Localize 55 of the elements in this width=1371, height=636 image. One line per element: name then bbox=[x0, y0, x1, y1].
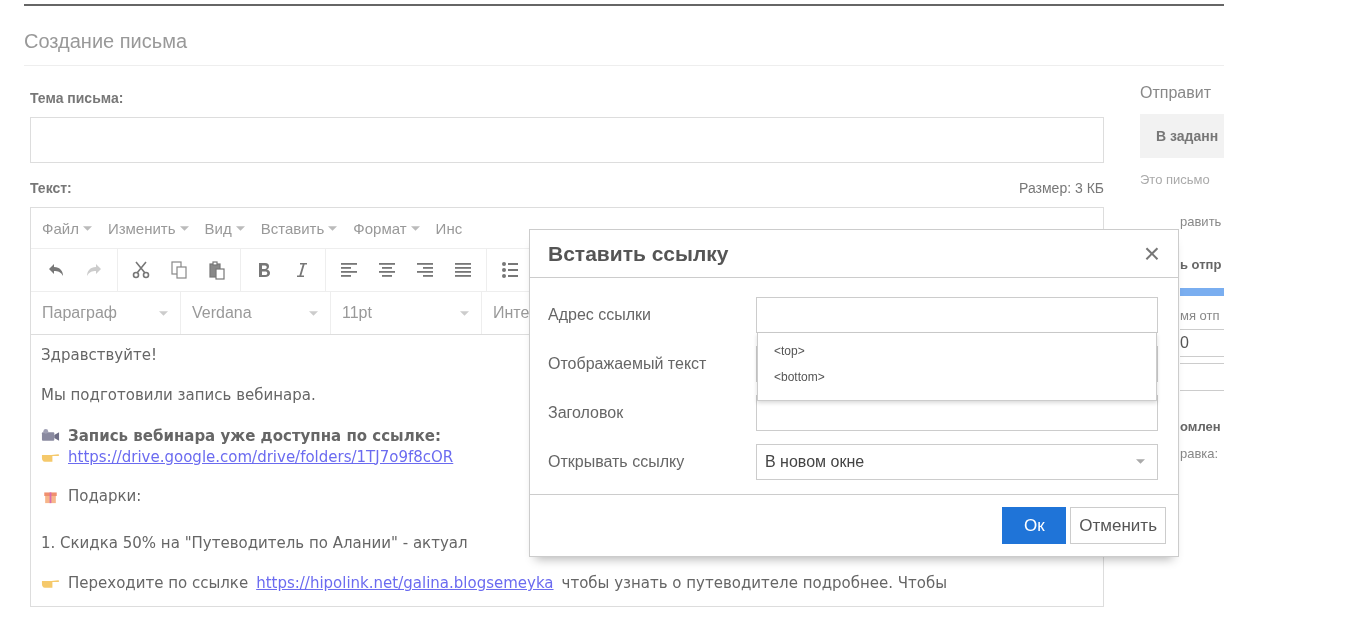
body-text: Подарки: bbox=[68, 486, 142, 506]
field-label: Открывать ссылку bbox=[548, 452, 686, 471]
format-select[interactable]: Параграф bbox=[31, 292, 181, 334]
subject-field[interactable] bbox=[30, 117, 1104, 163]
caret-icon bbox=[1136, 459, 1145, 464]
menu-item[interactable]: Формат bbox=[345, 219, 428, 237]
caret-icon bbox=[235, 225, 245, 231]
drive-link[interactable]: https://drive.google.com/drive/folders/1TJ7o9f8cOR bbox=[68, 446, 454, 467]
body-text: 1. Скидка 50% на "Путеводитель по Алании" - актуал bbox=[41, 533, 468, 553]
caret-icon bbox=[460, 310, 469, 316]
body-text: чтобы узнать о путеводителе подробнее. Чтобы bbox=[561, 573, 948, 593]
sidebar-label: омлен bbox=[1180, 419, 1222, 434]
sidebar-field[interactable] bbox=[1180, 363, 1224, 391]
field-label: Заголовок bbox=[548, 403, 625, 422]
menu-item[interactable]: Вид bbox=[196, 219, 253, 237]
sidebar-label: ь отпр bbox=[1180, 257, 1223, 272]
body-text: Мы подготовили запись вебинара. bbox=[41, 385, 316, 405]
caret-icon bbox=[179, 225, 189, 231]
suggestion-item[interactable]: <top> bbox=[758, 341, 1156, 361]
menu-item[interactable]: Инс bbox=[427, 219, 471, 237]
format-select[interactable]: Verdana bbox=[181, 292, 331, 334]
caret-icon bbox=[82, 225, 92, 231]
caret-icon bbox=[410, 225, 420, 231]
caret-icon bbox=[159, 310, 168, 316]
field-label: Адрес ссылки bbox=[548, 305, 653, 324]
schedule-button[interactable]: В заданн bbox=[1140, 114, 1224, 158]
sidebar-heading: Отправит bbox=[1140, 84, 1212, 103]
ok-button[interactable]: Ок bbox=[1002, 507, 1067, 544]
dialog-title: Вставить ссылку bbox=[548, 241, 729, 266]
body-text: Переходите по ссылке bbox=[68, 573, 249, 593]
close-button[interactable]: × bbox=[1143, 239, 1160, 268]
sidebar-note: Это письмо bbox=[1140, 172, 1211, 189]
menu-item[interactable]: Вставить bbox=[252, 219, 346, 237]
page-title: Создание письма bbox=[24, 29, 189, 54]
cancel-button[interactable]: Отменить bbox=[1070, 507, 1166, 544]
hipolink-link[interactable]: https://hipolink.net/galina.blogsemeyka bbox=[256, 573, 554, 593]
target-select[interactable]: В новом окне bbox=[756, 443, 1158, 480]
sidebar-field[interactable]: 0 bbox=[1180, 329, 1224, 357]
body-heading: Запись вебинара уже доступна по ссылке: bbox=[68, 425, 441, 446]
size-info: Размер: 3 КБ bbox=[1019, 180, 1104, 196]
video-camera-icon bbox=[41, 427, 60, 444]
text-label: Текст: bbox=[30, 180, 72, 196]
suggestion-item[interactable]: <bottom> bbox=[758, 367, 1156, 387]
sidebar-label: равить bbox=[1180, 214, 1223, 229]
format-select[interactable]: 11pt bbox=[331, 292, 482, 334]
caret-icon bbox=[328, 225, 338, 231]
caret-icon bbox=[309, 310, 318, 316]
body-text: Здравствуйте! bbox=[41, 345, 157, 365]
subject-label: Тема письма: bbox=[30, 90, 125, 106]
sidebar-label: равка: bbox=[1180, 446, 1220, 461]
menu-item[interactable]: Изменить bbox=[99, 219, 197, 237]
input-field[interactable] bbox=[756, 296, 1158, 333]
sidebar-label: мя отп bbox=[1180, 308, 1221, 323]
field-label: Отображаемый текст bbox=[548, 354, 708, 373]
menu-item[interactable]: Файл bbox=[34, 219, 100, 237]
